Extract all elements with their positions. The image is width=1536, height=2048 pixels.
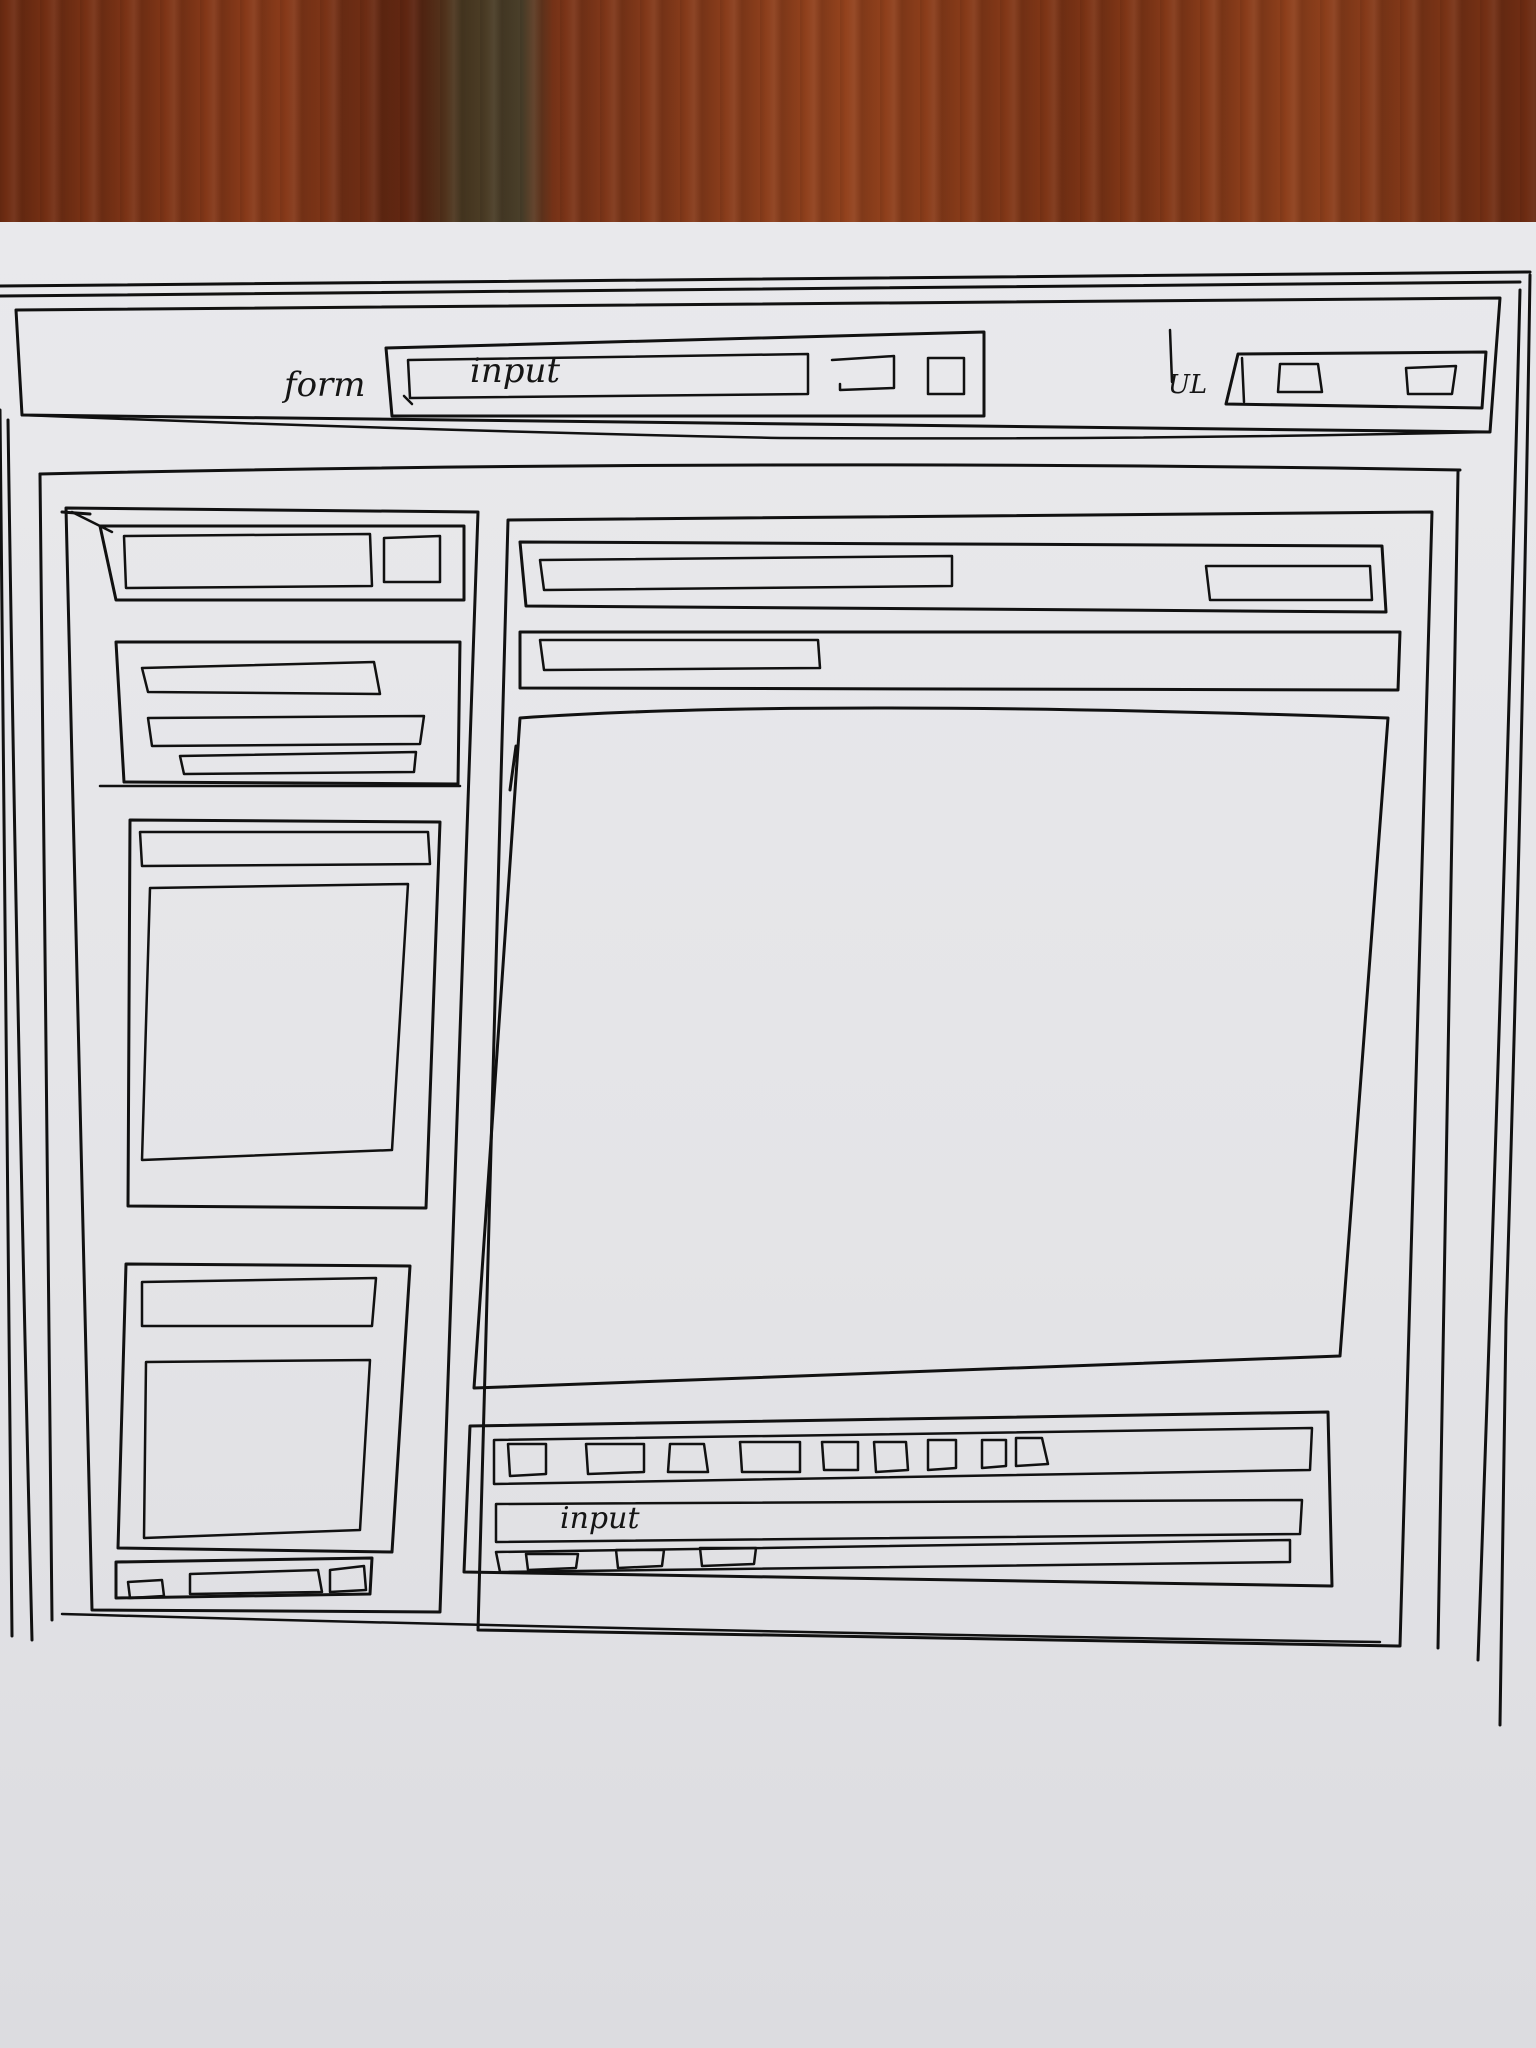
sidebar-card-2[interactable] bbox=[130, 820, 440, 1208]
composer-footer-button-1[interactable] bbox=[524, 1552, 580, 1572]
sidebar-search-button[interactable] bbox=[384, 536, 440, 582]
toolbar-button-5[interactable] bbox=[820, 1440, 860, 1472]
header-right-label: UL bbox=[1168, 370, 1208, 400]
toolbar-button-2[interactable] bbox=[584, 1442, 646, 1476]
header-button-1[interactable] bbox=[832, 356, 894, 392]
sidebar-footer-button-1[interactable] bbox=[128, 1578, 164, 1598]
header-form-label: form bbox=[284, 365, 366, 405]
toolbar-button-8[interactable] bbox=[980, 1438, 1008, 1470]
header-search-input[interactable] bbox=[408, 354, 808, 398]
header-action-1[interactable] bbox=[1278, 364, 1322, 394]
content-title-field[interactable] bbox=[540, 556, 952, 590]
toolbar-button-9[interactable] bbox=[1014, 1436, 1050, 1468]
content-subtitle-field[interactable] bbox=[540, 640, 820, 670]
composer-footer-button-3[interactable] bbox=[698, 1546, 758, 1568]
toolbar-button-7[interactable] bbox=[926, 1438, 958, 1472]
composer-footer-button-2[interactable] bbox=[614, 1548, 666, 1570]
composer-input[interactable] bbox=[496, 1500, 1302, 1540]
toolbar-button-6[interactable] bbox=[872, 1440, 910, 1474]
sidebar-card-1[interactable] bbox=[116, 642, 460, 784]
toolbar-button-3[interactable] bbox=[666, 1442, 710, 1474]
content-display-area bbox=[520, 718, 1380, 1368]
content-action-button[interactable] bbox=[1206, 566, 1372, 600]
header-button-2[interactable] bbox=[928, 358, 964, 394]
composer-footer bbox=[496, 1540, 1290, 1572]
header-action-2[interactable] bbox=[1406, 366, 1456, 396]
toolbar-button-1[interactable] bbox=[506, 1442, 548, 1478]
sidebar-search-input[interactable] bbox=[124, 534, 372, 588]
toolbar-button-4[interactable] bbox=[738, 1440, 802, 1474]
sidebar-footer-button-2[interactable] bbox=[330, 1566, 366, 1592]
composer-toolbar bbox=[494, 1432, 1312, 1478]
sidebar-card-3[interactable] bbox=[124, 1264, 410, 1550]
sidebar-footer-input[interactable] bbox=[190, 1570, 322, 1594]
